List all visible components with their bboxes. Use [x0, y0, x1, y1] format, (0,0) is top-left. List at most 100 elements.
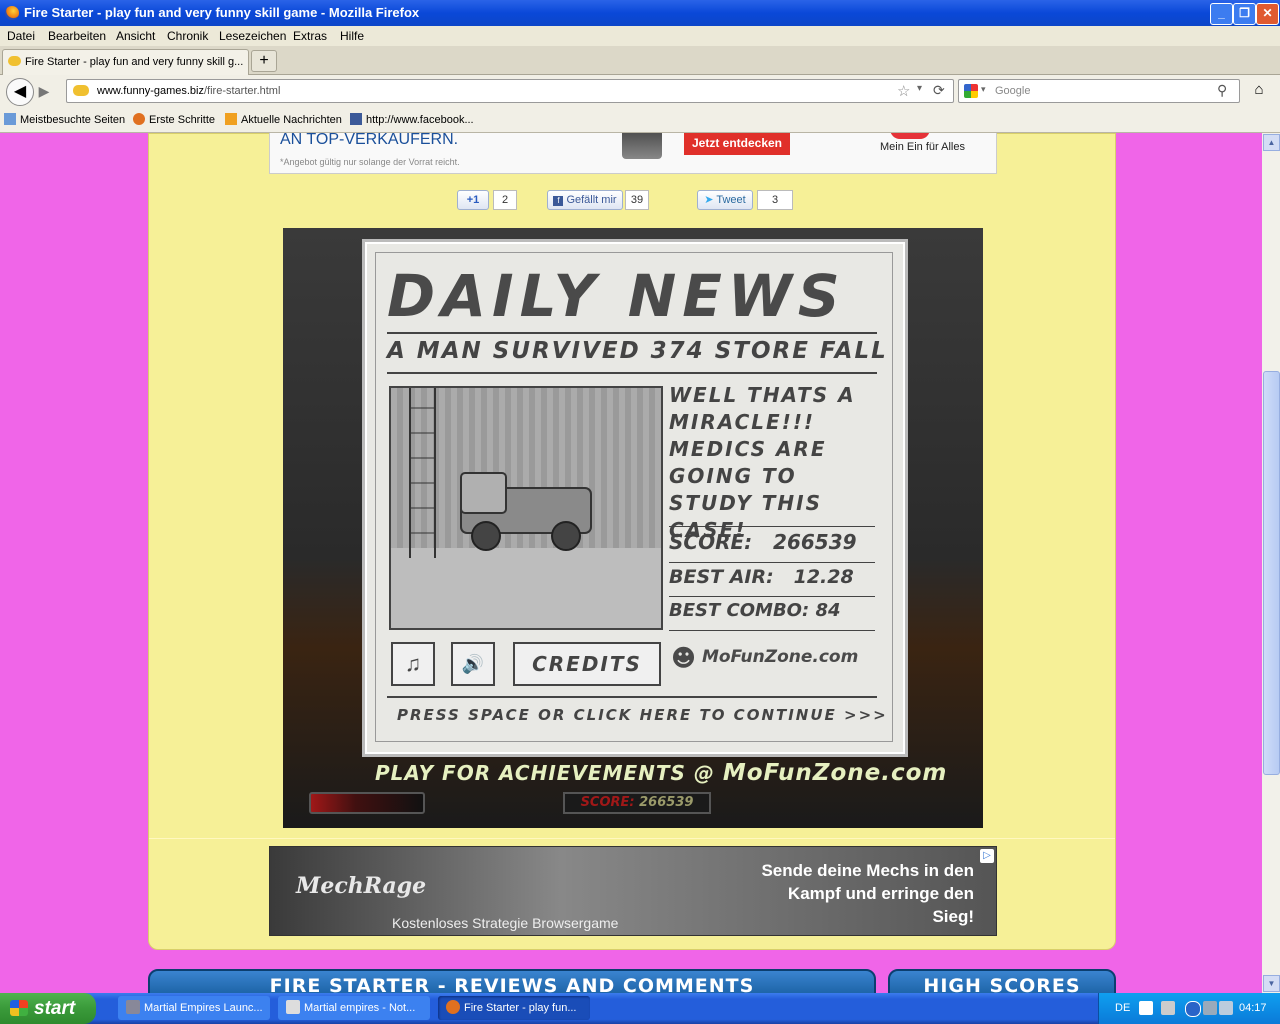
- engine-dropdown-icon[interactable]: ▾: [981, 84, 986, 95]
- monitor-icon[interactable]: [1219, 1001, 1233, 1015]
- menu-chronik[interactable]: Chronik: [167, 29, 208, 43]
- divider: [669, 526, 875, 527]
- tweet-button[interactable]: ➤ Tweet: [697, 190, 753, 210]
- ad-cta-button[interactable]: Jetzt entdecken: [684, 133, 790, 155]
- menu-hilfe[interactable]: Hilfe: [340, 29, 364, 43]
- reviews-section-header: FIRE STARTER - REVIEWS AND COMMENTS: [148, 969, 876, 993]
- task-label: Fire Starter - play fun...: [464, 1002, 577, 1014]
- continue-prompt[interactable]: PRESS SPACE OR CLICK HERE TO CONTINUE >>…: [397, 706, 888, 724]
- menu-ansicht[interactable]: Ansicht: [116, 29, 155, 43]
- music-note-icon: ♫: [404, 651, 422, 676]
- task-martial-empires-launcher[interactable]: Martial Empires Launc...: [118, 996, 270, 1020]
- divider: [669, 630, 875, 631]
- bookmark-meistbesuchte[interactable]: Meistbesuchte Seiten: [4, 113, 125, 126]
- start-label: start: [34, 998, 76, 1019]
- navigation-bar: ◀ ▶ www.funny-games.biz/fire-starter.htm…: [0, 75, 1280, 108]
- top-advertisement[interactable]: AN TOP-VERKÄUFERN. *Angebot gültig nur s…: [269, 133, 997, 174]
- achievements-banner[interactable]: PLAY FOR ACHIEVEMENTS @ MoFunZone.com: [375, 760, 947, 786]
- bookmark-label: Erste Schritte: [149, 114, 216, 126]
- vertical-scrollbar[interactable]: ▲ ▼: [1262, 133, 1280, 993]
- phone-image: [622, 133, 662, 159]
- content-panel: AN TOP-VERKÄUFERN. *Angebot gültig nur s…: [148, 133, 1116, 950]
- best-combo-line: BEST COMBO: 84: [669, 600, 841, 621]
- scroll-up-arrow-icon[interactable]: ▲: [1263, 134, 1280, 151]
- windows-flag-icon: [10, 1000, 28, 1016]
- language-indicator[interactable]: DE: [1115, 1002, 1130, 1014]
- chevron-left-icon[interactable]: [1185, 1001, 1201, 1017]
- task-firefox[interactable]: Fire Starter - play fun...: [438, 996, 590, 1020]
- photo-floor: [391, 548, 661, 628]
- menu-extras[interactable]: Extras: [293, 29, 327, 43]
- hud-score: SCORE: 266539: [563, 792, 711, 814]
- network-icon[interactable]: [1161, 1001, 1175, 1015]
- windows-taskbar: start Martial Empires Launc... Martial e…: [0, 993, 1280, 1024]
- divider: [387, 372, 877, 374]
- gplus-count: 2: [493, 190, 517, 210]
- achievements-site: MoFunZone.com: [722, 760, 948, 786]
- mofunzone-logo[interactable]: ☻ MoFunZone.com: [671, 644, 858, 672]
- search-magnifier-icon[interactable]: ⚲: [1217, 82, 1227, 99]
- bottom-advertisement[interactable]: MechRage Kostenloses Strategie Browserga…: [269, 846, 997, 936]
- bookmark-aktuelle-nachrichten[interactable]: Aktuelle Nachrichten: [225, 113, 342, 126]
- search-bar[interactable]: ▾ Google ⚲: [958, 79, 1240, 103]
- scroll-thumb[interactable]: [1263, 371, 1280, 775]
- best-air-label: BEST AIR:: [669, 566, 774, 588]
- url-bar[interactable]: www.funny-games.biz/fire-starter.html ☆ …: [66, 79, 954, 103]
- mofunzone-mascot-icon: ☻: [671, 644, 697, 672]
- gplus-button[interactable]: +1: [457, 190, 489, 210]
- divider: [387, 332, 877, 334]
- newspaper-popup[interactable]: DAILY NEWS A MAN SURVIVED 374 STORE FALL: [365, 242, 905, 754]
- divider: [669, 596, 875, 597]
- tab-label: Fire Starter - play fun and very funny s…: [25, 56, 244, 68]
- facebook-like-button[interactable]: f Gefällt mir: [547, 190, 623, 210]
- firefox-icon: [5, 6, 19, 20]
- task-notepad[interactable]: Martial empires - Not...: [278, 996, 430, 1020]
- tab-fire-starter[interactable]: Fire Starter - play fun and very funny s…: [2, 49, 249, 75]
- bookmarks-bar: Meistbesuchte Seiten Erste Schritte Aktu…: [0, 108, 1280, 133]
- menu-datei[interactable]: Datei: [7, 29, 35, 43]
- bookmark-star-icon[interactable]: ☆: [897, 82, 910, 100]
- menu-bearbeiten[interactable]: Bearbeiten: [48, 29, 106, 43]
- hud-score-value: 266539: [639, 795, 694, 810]
- bookmark-facebook[interactable]: http://www.facebook...: [350, 113, 474, 126]
- back-button[interactable]: ◀: [6, 78, 34, 106]
- music-toggle-button[interactable]: ♫: [391, 642, 435, 686]
- score-label: SCORE:: [669, 530, 753, 554]
- start-button[interactable]: start: [0, 993, 96, 1024]
- menu-lesezeichen[interactable]: Lesezeichen: [219, 29, 286, 43]
- best-combo-label: BEST COMBO:: [669, 600, 810, 621]
- gear-icon: [126, 1000, 140, 1014]
- menu-bar: Datei Bearbeiten Ansicht Chronik Lesezei…: [0, 26, 1280, 46]
- search-icon[interactable]: [1203, 1001, 1217, 1015]
- task-label: Martial empires - Not...: [304, 1002, 416, 1014]
- help-icon[interactable]: [1139, 1001, 1153, 1015]
- bookmark-label: http://www.facebook...: [366, 114, 474, 126]
- scroll-down-arrow-icon[interactable]: ▼: [1263, 975, 1280, 992]
- adchoices-icon[interactable]: ▷: [980, 849, 994, 863]
- url-dropdown-icon[interactable]: ▾: [917, 83, 922, 94]
- ad-disclaimer: *Angebot gültig nur solange der Vorrat r…: [280, 157, 460, 167]
- task-label: Martial Empires Launc...: [144, 1002, 263, 1014]
- search-input[interactable]: Google: [995, 85, 1030, 97]
- window-title: Fire Starter - play fun and very funny s…: [24, 5, 420, 20]
- forward-button[interactable]: ▶: [35, 83, 53, 101]
- url-path: /fire-starter.html: [204, 85, 281, 97]
- web-page: AN TOP-VERKÄUFERN. *Angebot gültig nur s…: [0, 133, 1262, 993]
- close-button[interactable]: ✕: [1256, 3, 1279, 25]
- google-engine-icon[interactable]: [964, 84, 978, 98]
- divider: [669, 562, 875, 563]
- home-button[interactable]: ⌂: [1248, 81, 1270, 101]
- bookmark-erste-schritte[interactable]: Erste Schritte: [133, 113, 215, 126]
- system-tray: DE 04:17: [1098, 993, 1280, 1024]
- restore-button[interactable]: ❐: [1233, 3, 1256, 25]
- reload-icon[interactable]: ⟳: [933, 82, 945, 99]
- ad-headline: AN TOP-VERKÄUFERN.: [280, 133, 459, 148]
- credits-button[interactable]: CREDITS: [513, 642, 661, 686]
- game-canvas[interactable]: DAILY NEWS A MAN SURVIVED 374 STORE FALL: [283, 228, 983, 828]
- sound-toggle-button[interactable]: 🔊: [451, 642, 495, 686]
- new-tab-button[interactable]: +: [251, 50, 277, 72]
- rss-icon: [225, 113, 237, 125]
- ad-subtitle: Kostenloses Strategie Browsergame: [392, 915, 619, 931]
- minimize-button[interactable]: _: [1210, 3, 1233, 25]
- site-identity-icon: [73, 85, 89, 96]
